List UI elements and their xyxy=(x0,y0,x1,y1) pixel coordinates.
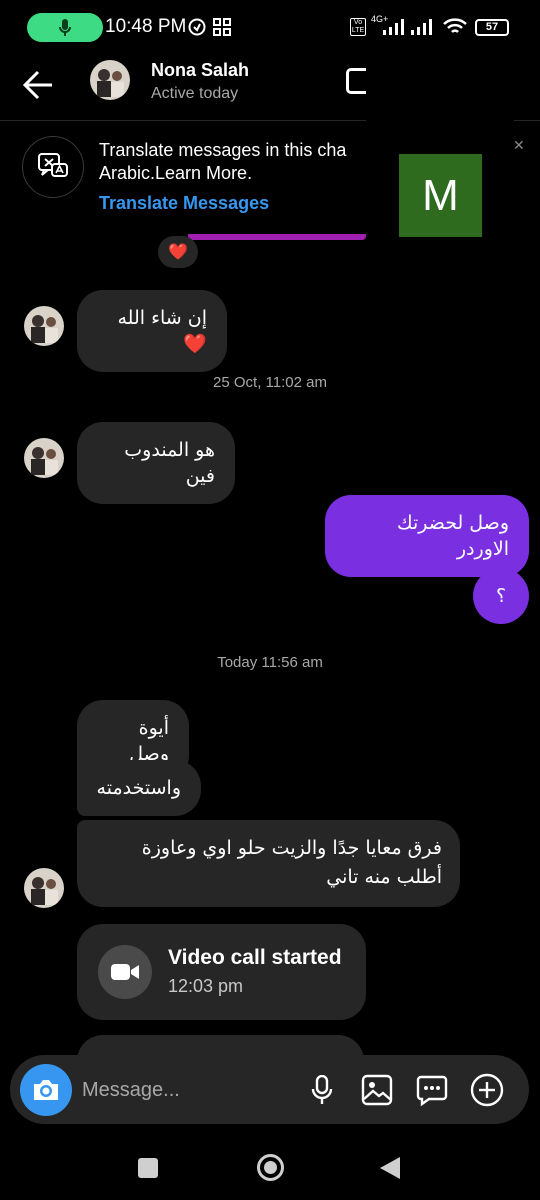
battery-indicator: 57 xyxy=(475,19,509,36)
heart-reaction[interactable]: ❤️ xyxy=(158,236,198,268)
camera-button[interactable] xyxy=(20,1064,72,1116)
translate-text-line2[interactable]: Arabic.Learn More. xyxy=(99,162,346,185)
signal-icon xyxy=(383,19,404,35)
incoming-message[interactable]: فرق معايا جدًا والزيت حلو اوي وعاوزة أطل… xyxy=(77,820,460,907)
translate-icon xyxy=(22,136,84,198)
message-input[interactable] xyxy=(82,1075,292,1105)
gallery-button[interactable] xyxy=(359,1072,395,1108)
camera-icon xyxy=(34,1080,58,1100)
incoming-message[interactable]: إن شاء الله ❤️ xyxy=(77,290,227,372)
sender-avatar[interactable] xyxy=(24,868,64,908)
gallery-icon xyxy=(361,1074,393,1106)
close-icon-fragment[interactable]: ✕ xyxy=(513,137,525,154)
translate-messages-link[interactable]: Translate Messages xyxy=(99,193,269,214)
sticker-button[interactable] xyxy=(414,1072,450,1108)
avatar-image xyxy=(24,438,64,478)
contact-avatar[interactable] xyxy=(90,60,130,100)
home-button[interactable] xyxy=(257,1154,284,1181)
more-options-button[interactable] xyxy=(469,1072,505,1108)
video-call-card[interactable]: Video call started 12:03 pm xyxy=(77,924,366,1020)
sender-avatar[interactable] xyxy=(24,438,64,478)
grid-apps-icon xyxy=(213,18,231,36)
mic-button[interactable] xyxy=(304,1072,340,1108)
mic-icon xyxy=(59,18,71,36)
data-saver-icon xyxy=(188,18,206,36)
system-navigation-bar xyxy=(0,1130,540,1200)
wifi-icon xyxy=(443,18,467,33)
translate-text-line1: Translate messages in this cha xyxy=(99,140,347,160)
sticker-icon xyxy=(416,1075,448,1106)
back-arrow-icon[interactable] xyxy=(18,64,60,106)
letter-avatar: M xyxy=(399,154,482,237)
translate-banner: Translate messages in this cha Arabic.Le… xyxy=(0,121,366,233)
call-title: Video call started xyxy=(168,946,342,969)
avatar-image xyxy=(90,60,130,100)
date-separator: 25 Oct, 11:02 am xyxy=(213,374,327,391)
contact-status: Active today xyxy=(151,85,239,102)
incoming-message[interactable]: واستخدمته xyxy=(77,760,201,816)
outgoing-message[interactable]: وصل لحضرتك الاوردر xyxy=(325,495,529,577)
status-time: 10:48 PM xyxy=(105,16,187,37)
recents-button[interactable] xyxy=(138,1158,158,1178)
translate-description: Translate messages in this cha Arabic.Le… xyxy=(99,139,346,185)
status-bar: 10:48 PM Vo LTE 4G+ 57 xyxy=(0,0,540,56)
back-button[interactable] xyxy=(380,1157,400,1179)
avatar-image xyxy=(24,868,64,908)
media-message-fragment[interactable] xyxy=(188,234,366,240)
sender-avatar[interactable] xyxy=(24,306,64,346)
mic-icon xyxy=(311,1075,333,1104)
mic-active-indicator[interactable] xyxy=(27,13,103,42)
avatar-image xyxy=(24,306,64,346)
reaction-emoji: ❤️ xyxy=(168,244,188,261)
signal-2-icon xyxy=(411,19,432,35)
incoming-message[interactable]: هو المندوب فين xyxy=(77,422,235,504)
volte-icon: Vo LTE xyxy=(350,18,366,36)
contact-name[interactable]: Nona Salah xyxy=(151,60,249,81)
video-camera-icon xyxy=(98,945,152,999)
date-separator: Today 11:56 am xyxy=(217,654,323,671)
call-time: 12:03 pm xyxy=(168,976,244,996)
outgoing-message[interactable]: ؟ xyxy=(473,568,529,624)
message-composer xyxy=(10,1055,529,1124)
plus-icon xyxy=(470,1073,504,1107)
